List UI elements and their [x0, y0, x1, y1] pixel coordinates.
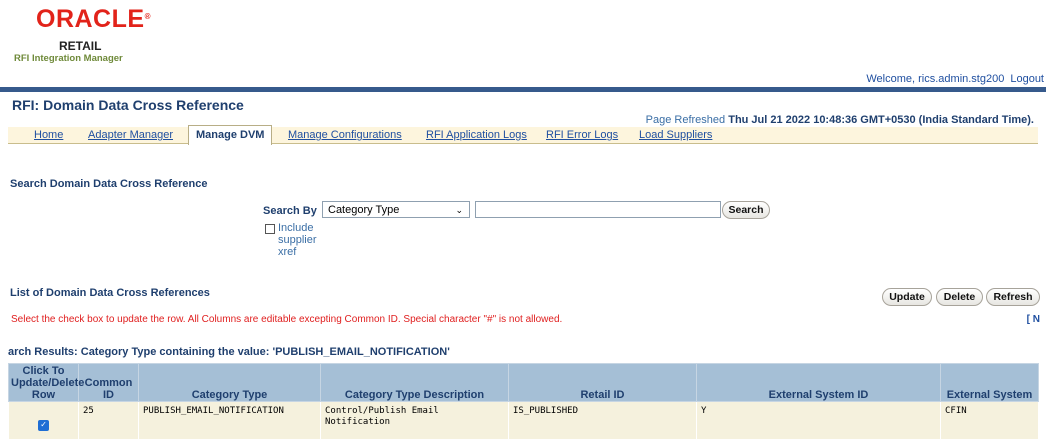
delete-button[interactable]: Delete: [936, 288, 983, 306]
welcome-text: Welcome, rics.admin.stg200: [866, 73, 1005, 85]
update-button[interactable]: Update: [882, 288, 932, 306]
edit-instructions: Select the check box to update the row. …: [11, 314, 563, 325]
product-name: RFI Integration Manager: [14, 53, 123, 64]
col-header-click-to-update: Click To Update/Delete Row: [8, 363, 84, 402]
external-system-cell[interactable]: CFIN: [940, 401, 1039, 440]
tab-home[interactable]: Home: [34, 127, 63, 143]
header-divider: [0, 87, 1046, 92]
col-header-common-id: Common ID: [78, 363, 139, 402]
refresh-button[interactable]: Refresh: [986, 288, 1040, 306]
tab-load-suppliers[interactable]: Load Suppliers: [639, 127, 712, 143]
search-heading: Search Domain Data Cross Reference: [10, 178, 208, 190]
refreshed-label: Page Refreshed: [645, 114, 726, 126]
row-select-checkbox[interactable]: ✓: [38, 420, 49, 431]
search-by-label: Search By: [263, 205, 317, 217]
tab-adapter-manager[interactable]: Adapter Manager: [88, 127, 173, 143]
welcome-area: Welcome, rics.admin.stg200 Logout: [866, 73, 1044, 85]
search-by-select[interactable]: Category Type ⌄: [322, 201, 470, 218]
tab-manage-configurations[interactable]: Manage Configurations: [288, 127, 402, 143]
refreshed-value: Thu Jul 21 2022 10:48:36 GMT+0530 (India…: [728, 114, 1034, 126]
external-system-id-cell[interactable]: Y: [696, 401, 941, 440]
tab-manage-dvm[interactable]: Manage DVM: [188, 125, 273, 145]
new-row-link[interactable]: [ N: [1027, 314, 1040, 325]
category-type-cell[interactable]: PUBLISH_EMAIL_NOTIFICATION: [138, 401, 321, 440]
row-select-cell: ✓: [8, 401, 79, 440]
oracle-logo: ORACLE®: [36, 5, 151, 33]
col-header-retail-id: Retail ID: [508, 363, 697, 402]
chevron-down-icon: ⌄: [455, 205, 463, 215]
table-row: ✓ 25 PUBLISH_EMAIL_NOTIFICATION Control/…: [8, 401, 1039, 440]
page-refreshed: Page Refreshed Thu Jul 21 2022 10:48:36 …: [646, 114, 1034, 126]
tab-bar: Home Adapter Manager Manage DVM Manage C…: [8, 125, 1038, 145]
tab-rfi-error-logs[interactable]: RFI Error Logs: [546, 127, 618, 143]
results-heading: arch Results: Category Type containing t…: [8, 346, 450, 358]
search-by-selected: Category Type: [328, 204, 400, 216]
search-button[interactable]: Search: [722, 201, 770, 219]
col-header-external-system: External System: [940, 363, 1039, 402]
include-supplier-label: Include supplier xref: [278, 222, 317, 258]
col-header-external-system-id: External System ID: [696, 363, 941, 402]
col-header-category-type-description: Category Type Description: [320, 363, 509, 402]
list-heading: List of Domain Data Cross References: [10, 287, 210, 299]
tab-rfi-application-logs[interactable]: RFI Application Logs: [426, 127, 527, 143]
page-title: RFI: Domain Data Cross Reference: [12, 97, 244, 113]
logout-link[interactable]: Logout: [1010, 73, 1044, 85]
description-cell[interactable]: Control/Publish Email Notification: [320, 401, 509, 440]
common-id-cell: 25: [78, 401, 139, 440]
retail-id-cell[interactable]: IS_PUBLISHED: [508, 401, 697, 440]
include-supplier-checkbox[interactable]: [265, 224, 275, 234]
col-header-category-type: Category Type: [138, 363, 321, 402]
search-input[interactable]: [475, 201, 721, 218]
results-table: Click To Update/Delete Row Common ID Cat…: [8, 363, 1039, 440]
retail-logo-text: RETAIL: [59, 39, 102, 53]
